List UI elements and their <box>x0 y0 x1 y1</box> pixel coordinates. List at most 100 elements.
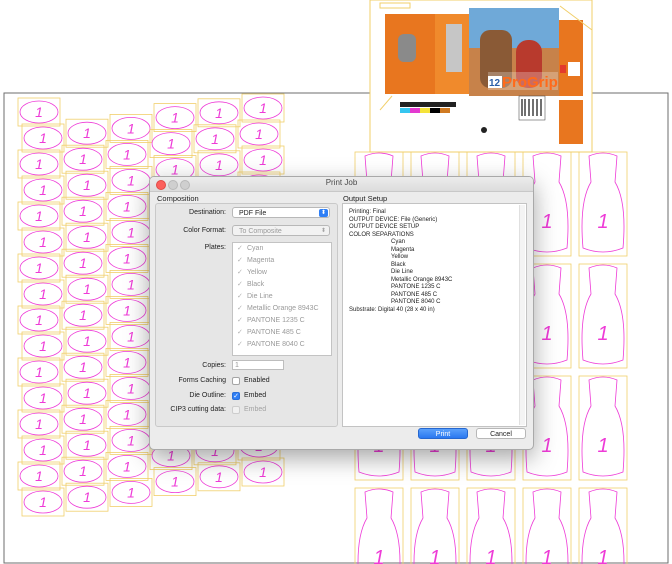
die-bounding-box <box>578 151 628 257</box>
die-number-label: 1 <box>123 354 131 370</box>
die-number-label: 1 <box>79 463 87 479</box>
die-number-label: 1 <box>429 547 440 564</box>
destination-select[interactable]: PDF File ⬍ <box>232 207 330 218</box>
die-number-label: 1 <box>39 338 47 354</box>
setup-line: OUTPUT DEVICE SETUP <box>349 224 420 230</box>
checkmark-icon: ✓ <box>237 305 243 312</box>
die-number-label: 1 <box>39 286 47 302</box>
brand-wordmark: ProGrip <box>502 74 558 91</box>
setup-line: Printing: Final <box>349 209 386 215</box>
plate-item[interactable]: ✓ Cyan <box>233 243 331 255</box>
plate-item[interactable]: ✓ Black <box>233 279 331 291</box>
checkmark-icon: ✓ <box>237 281 243 288</box>
die-number-label: 1 <box>35 208 43 224</box>
die-number-label: 1 <box>171 474 179 490</box>
die-outline-checkbox[interactable]: ✓ <box>232 392 240 400</box>
die-number-label: 1 <box>597 211 608 233</box>
die-number-label: 1 <box>83 125 91 141</box>
plate-item[interactable]: ✓ Metallic Orange 8943C <box>233 303 331 315</box>
checkmark-icon: ✓ <box>237 269 243 276</box>
die-number-label: 1 <box>35 364 43 380</box>
die-number-label: 1 <box>127 484 135 500</box>
checkmark-icon: ✓ <box>237 317 243 324</box>
setup-line: Metallic Orange 8943C <box>391 276 453 283</box>
chevron-updown-icon: ⬍ <box>320 228 327 234</box>
die-number-label: 1 <box>39 442 47 458</box>
bottle-die-outline <box>581 264 625 365</box>
die-number-label: 1 <box>83 385 91 401</box>
color-format-value: To Composite <box>239 228 282 235</box>
die-number-label: 1 <box>79 203 87 219</box>
plate-item[interactable]: ✓ Magenta <box>233 255 331 267</box>
setup-line: PANTONE 485 C <box>391 291 438 298</box>
forms-caching-label: Forms Caching <box>178 377 226 384</box>
copies-label: Copies: <box>202 362 226 369</box>
setup-line: COLOR SEPARATIONS <box>349 231 414 238</box>
die-bounding-box <box>578 375 628 481</box>
setup-line: Magenta <box>391 246 415 253</box>
die-number-label: 1 <box>215 157 223 173</box>
setup-line: PANTONE 8040 C <box>391 299 441 305</box>
setup-line: Substrate: Digital 40 (28 x 40 in) <box>349 306 435 313</box>
setup-line: OUTPUT DEVICE: File (Generic) <box>349 216 438 223</box>
checkmark-icon: ✓ <box>233 393 239 400</box>
die-number-label: 1 <box>39 182 47 198</box>
dialog-titlebar: Print Job <box>150 177 533 192</box>
plate-item[interactable]: ✓ PANTONE 1235 C <box>233 315 331 327</box>
die-number-label: 1 <box>83 489 91 505</box>
die-number-label: 1 <box>83 281 91 297</box>
die-number-label: 1 <box>541 211 552 233</box>
die-number-label: 1 <box>123 198 131 214</box>
print-job-dialog: Print Job Composition Destination: PDF F… <box>149 176 534 450</box>
die-number-label: 1 <box>79 151 87 167</box>
die-bounding-box <box>578 263 628 369</box>
color-format-select[interactable]: To Composite ⬍ <box>232 225 330 236</box>
copies-field[interactable]: 1 <box>232 360 284 370</box>
die-number-label: 1 <box>215 105 223 121</box>
die-number-label: 1 <box>541 435 552 457</box>
plate-item[interactable]: ✓ PANTONE 485 C <box>233 327 331 339</box>
die-number-label: 1 <box>83 229 91 245</box>
bottle-die-outline <box>581 152 625 253</box>
plate-item[interactable]: ✓ PANTONE 8040 C <box>233 339 331 351</box>
die-number-label: 1 <box>79 359 87 375</box>
checkmark-icon: ✓ <box>237 341 243 348</box>
checkmark-icon: ✓ <box>237 293 243 300</box>
die-number-label: 1 <box>123 146 131 162</box>
die-outline-label: Die Outline: <box>189 392 226 399</box>
output-setup-scrollbar[interactable] <box>519 205 525 425</box>
forms-caching-option: Enabled <box>244 377 270 384</box>
die-number-label: 1 <box>541 547 552 564</box>
die-number-label: 1 <box>35 416 43 432</box>
die-number-label: 1 <box>127 328 135 344</box>
die-number-label: 1 <box>259 100 267 116</box>
die-number-label: 1 <box>373 547 384 564</box>
cip3-option: Embed <box>244 406 267 413</box>
svg-text:12: 12 <box>489 78 501 89</box>
destination-label: Destination: <box>189 209 226 216</box>
die-number-label: 1 <box>127 224 135 240</box>
die-number-label: 1 <box>127 120 135 136</box>
cancel-button[interactable]: Cancel <box>476 428 526 439</box>
die-number-label: 1 <box>35 104 43 120</box>
die-number-label: 1 <box>83 333 91 349</box>
die-outline-option: Embed <box>244 392 267 399</box>
die-number-label: 1 <box>167 136 175 152</box>
die-number-label: 1 <box>215 469 223 485</box>
die-number-label: 1 <box>597 323 608 345</box>
die-number-label: 1 <box>127 432 135 448</box>
die-number-label: 1 <box>39 130 47 146</box>
forms-caching-checkbox[interactable] <box>232 377 240 385</box>
cip3-label: CIP3 cutting data: <box>170 406 226 413</box>
plate-item[interactable]: ✓ Yellow <box>233 267 331 279</box>
print-button[interactable]: Print <box>418 428 468 439</box>
setup-line: Black <box>391 261 406 268</box>
die-number-label: 1 <box>171 110 179 126</box>
plate-item[interactable]: ✓ Die Line <box>233 291 331 303</box>
destination-value: PDF File <box>239 210 267 217</box>
cip3-checkbox[interactable] <box>232 406 240 414</box>
die-number-label: 1 <box>211 131 219 147</box>
checkmark-icon: ✓ <box>237 329 243 336</box>
setup-line: PANTONE 1235 C <box>391 284 441 290</box>
composition-section-label: Composition <box>157 194 199 203</box>
